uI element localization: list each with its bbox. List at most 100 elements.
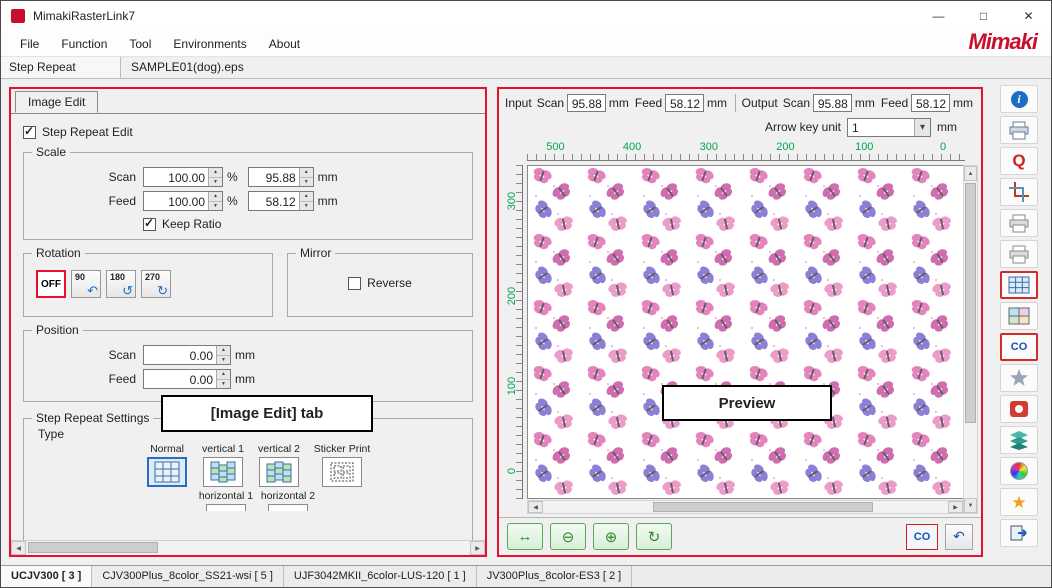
scale-scan-percent-value[interactable]: 100.00 [144,168,208,186]
left-horizontal-scrollbar[interactable] [11,540,485,555]
rotation-180-button[interactable]: 180 ↺ [106,270,136,298]
step-repeat-edit-checkbox[interactable]: Step Repeat Edit [23,125,475,139]
preview-vertical-scrollbar[interactable] [963,165,978,514]
type-horizontal1-button[interactable] [206,504,246,511]
output-scan-field[interactable]: 95.88 [813,94,852,112]
checkbox-checked-icon[interactable] [23,126,36,139]
tiling-icon[interactable] [1000,302,1038,330]
spin-down-icon[interactable] [300,177,313,187]
preview-horizontal-scrollbar[interactable] [527,500,964,514]
type-horizontal2-button[interactable] [268,504,308,511]
printer-tab-jv300plus[interactable]: JV300Plus_8color-ES3 [ 2 ] [477,566,633,587]
menu-file[interactable]: File [9,33,50,55]
refresh-button[interactable]: ↻ [636,523,672,550]
printer-tab-ucjv300[interactable]: UCJV300 [ 3 ] [1,566,92,587]
composition-button[interactable]: CO [906,524,938,550]
spin-down-icon[interactable] [209,201,222,211]
tab-image-edit[interactable]: Image Edit [15,91,98,113]
quality-icon[interactable]: Q [1000,147,1038,175]
menu-about[interactable]: About [258,33,311,55]
zoom-out-button[interactable]: ⊖ [550,523,586,550]
scale-feed-percent-spinner[interactable]: 100.00 [143,191,223,211]
scroll-left-icon[interactable] [528,501,543,513]
scale-scan-percent-spinner[interactable]: 100.00 [143,167,223,187]
rotation-off-button[interactable]: OFF [36,270,66,298]
position-scan-value[interactable]: 0.00 [144,346,216,364]
special-color-icon[interactable] [1000,364,1038,392]
menu-environments[interactable]: Environments [162,33,257,55]
spin-down-icon[interactable] [300,201,313,211]
dropdown-icon[interactable] [914,119,930,136]
position-feed-value[interactable]: 0.00 [144,370,216,388]
rotation-270-button[interactable]: 270 ↻ [141,270,171,298]
print-condition-icon[interactable] [1000,209,1038,237]
zoom-in-button[interactable]: ⊕ [593,523,629,550]
scale-feed-mm-spinner[interactable]: 58.12 [248,191,314,211]
scroll-right-icon[interactable] [470,541,485,555]
layers-icon[interactable] [1000,426,1038,454]
scale-scan-mm-value[interactable]: 95.88 [249,168,299,186]
spin-up-icon[interactable] [209,168,222,177]
job-info-icon[interactable]: i [1000,85,1038,113]
rip-print-icon[interactable] [1000,240,1038,268]
scroll-track[interactable] [543,501,948,513]
arrow-key-unit-select[interactable]: 1 [847,118,931,137]
spin-down-icon[interactable] [217,355,230,365]
step-repeat-icon[interactable] [1000,271,1038,299]
scale-feed-label: Feed [30,194,136,208]
color-replace-icon[interactable] [1000,395,1038,423]
color-adjust-icon[interactable] [1000,457,1038,485]
position-feed-spinner[interactable]: 0.00 [143,369,231,389]
type-normal-button[interactable] [147,457,187,487]
preview-canvas[interactable] [527,165,964,499]
crop-icon[interactable] [1000,178,1038,206]
input-feed-field[interactable]: 58.12 [665,94,704,112]
scroll-track[interactable] [26,541,470,555]
spin-up-icon[interactable] [217,370,230,379]
printer-tab-ujf3042mkii[interactable]: UJF3042MKII_6color-LUS-120 [ 1 ] [284,566,477,587]
job-filename[interactable]: SAMPLE01(dog).eps [121,57,254,78]
checkbox-checked-icon[interactable] [143,218,156,231]
spin-down-icon[interactable] [217,379,230,389]
spin-down-icon[interactable] [209,177,222,187]
scroll-thumb[interactable] [965,183,976,423]
printer-icon[interactable] [1000,116,1038,144]
scroll-track[interactable] [964,181,977,498]
scale-scan-mm-spinner[interactable]: 95.88 [248,167,314,187]
favorite-icon[interactable]: ★ [1000,488,1038,516]
arrow-key-unit-mm: mm [937,120,957,134]
menu-function[interactable]: Function [50,33,118,55]
keep-ratio-checkbox[interactable]: Keep Ratio [143,217,464,231]
menu-tool[interactable]: Tool [118,33,162,55]
arrow-key-unit-value[interactable]: 1 [848,119,914,136]
close-button[interactable]: ✕ [1006,1,1051,31]
scroll-up-icon[interactable] [964,166,977,181]
output-icon[interactable] [1000,519,1038,547]
rotation-90-button[interactable]: 90 ↶ [71,270,101,298]
scroll-right-icon[interactable] [948,501,963,513]
spin-up-icon[interactable] [217,346,230,355]
type-vertical1-button[interactable] [203,457,243,487]
maximize-button[interactable]: □ [961,1,1006,31]
input-scan-field[interactable]: 95.88 [567,94,606,112]
scale-feed-percent-value[interactable]: 100.00 [144,192,208,210]
job-tab-step-repeat[interactable]: Step Repeat [1,57,121,78]
type-vertical2-button[interactable] [259,457,299,487]
scroll-down-icon[interactable] [964,498,977,513]
spin-up-icon[interactable] [300,192,313,201]
spin-up-icon[interactable] [300,168,313,177]
output-feed-field[interactable]: 58.12 [911,94,950,112]
minimize-button[interactable]: — [916,1,961,31]
spin-up-icon[interactable] [209,192,222,201]
printer-tab-cjv300plus[interactable]: CJV300Plus_8color_SS21-wsi [ 5 ] [92,566,284,587]
scroll-left-icon[interactable] [11,541,26,555]
reverse-checkbox[interactable] [348,277,361,290]
scroll-thumb[interactable] [28,542,158,553]
fit-to-window-button[interactable]: ↔ [507,523,543,550]
position-scan-spinner[interactable]: 0.00 [143,345,231,365]
scale-feed-mm-value[interactable]: 58.12 [249,192,299,210]
scroll-thumb[interactable] [653,502,873,512]
composition-icon[interactable]: CO [1000,333,1038,361]
type-sticker-print-button[interactable] [322,457,362,487]
undo-button[interactable]: ↶ [945,524,973,550]
